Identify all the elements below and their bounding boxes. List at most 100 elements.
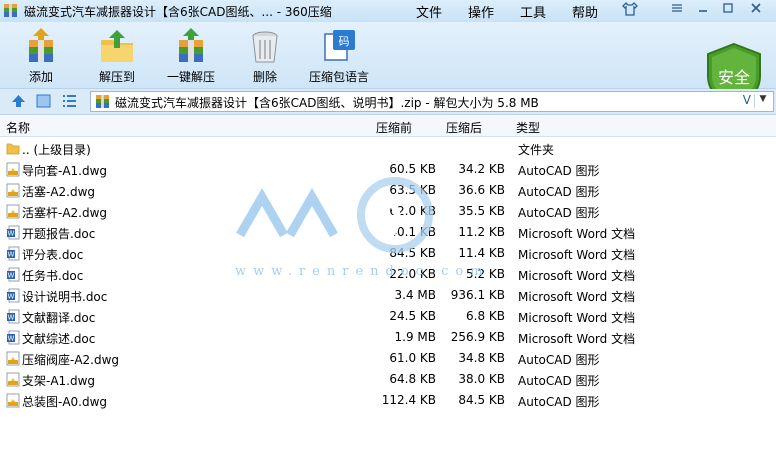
- file-compressed-size: 36.6 KB: [458, 183, 505, 197]
- archive-language-button[interactable]: 码 压缩包语言: [302, 26, 376, 86]
- file-name: 支架-A1.dwg: [22, 374, 96, 388]
- menu-help[interactable]: 帮助: [572, 2, 598, 21]
- menu-tools[interactable]: 工具: [520, 2, 546, 21]
- file-size: 84.5 KB: [389, 246, 436, 260]
- file-compressed-size: 11.4 KB: [458, 246, 505, 260]
- file-size: 62.0 KB: [389, 204, 436, 218]
- delete-button[interactable]: 删除: [228, 26, 302, 86]
- file-name: 文献翻译.doc: [22, 311, 96, 325]
- file-type: AutoCAD 图形: [518, 374, 600, 388]
- thumbnail-view-icon[interactable]: [35, 93, 52, 109]
- file-size: 60.5 KB: [389, 162, 436, 176]
- address-bar: 磁流变式汽车减振器设计【含6张CAD图纸、说明书】.zip - 解包大小为 5.…: [0, 89, 776, 115]
- file-compressed-size: 38.0 KB: [458, 372, 505, 386]
- menu-file[interactable]: 文件: [416, 2, 442, 21]
- word-file-icon: W: [7, 288, 20, 303]
- file-name: 文献综述.doc: [22, 332, 96, 346]
- file-row[interactable]: 活塞-A2.dwg 63.5 KB 36.6 KB AutoCAD 图形: [0, 180, 776, 201]
- file-row[interactable]: 支架-A1.dwg 64.8 KB 38.0 KB AutoCAD 图形: [0, 369, 776, 390]
- file-compressed-size: 34.2 KB: [458, 162, 505, 176]
- file-row[interactable]: 导向套-A1.dwg 60.5 KB 34.2 KB AutoCAD 图形: [0, 159, 776, 180]
- svg-text:W: W: [8, 293, 15, 301]
- file-row[interactable]: 压缩阀座-A2.dwg 61.0 KB 34.8 KB AutoCAD 图形: [0, 348, 776, 369]
- file-size: 63.5 KB: [389, 183, 436, 197]
- up-arrow-icon[interactable]: [10, 93, 27, 109]
- file-type: AutoCAD 图形: [518, 185, 600, 199]
- skin-icon[interactable]: [620, 2, 640, 19]
- file-type: AutoCAD 图形: [518, 353, 600, 367]
- column-type[interactable]: 类型: [516, 119, 540, 136]
- file-compressed-size: 5.2 KB: [466, 267, 505, 281]
- svg-text:W: W: [8, 272, 15, 280]
- file-row[interactable]: W 评分表.doc 84.5 KB 11.4 KB Microsoft Word 文档: [0, 243, 776, 264]
- add-button[interactable]: 添加: [4, 26, 78, 86]
- file-type: 文件夹: [518, 143, 555, 157]
- file-type: AutoCAD 图形: [518, 206, 600, 220]
- path-text: 磁流变式汽车减振器设计【含6张CAD图纸、说明书】.zip - 解包大小为 5.…: [115, 96, 539, 110]
- file-compressed-size: 34.8 KB: [458, 351, 505, 365]
- file-list-header: 名称 压缩前 压缩后 类型: [0, 116, 776, 137]
- path-field[interactable]: 磁流变式汽车减振器设计【含6张CAD图纸、说明书】.zip - 解包大小为 5.…: [90, 91, 774, 112]
- path-history-icon[interactable]: V: [743, 93, 751, 107]
- extract-to-button[interactable]: 解压到: [80, 26, 154, 86]
- dwg-file-icon: [6, 162, 20, 177]
- file-type: AutoCAD 图形: [518, 164, 600, 178]
- archive-language-icon: 码: [324, 30, 355, 61]
- minimize-icon[interactable]: [693, 2, 713, 19]
- delete-label: 删除: [252, 70, 277, 84]
- app-icon: [4, 4, 17, 17]
- file-name: 总装图-A0.dwg: [22, 395, 108, 409]
- file-name: 设计说明书.doc: [22, 290, 108, 304]
- file-name: 评分表.doc: [22, 248, 84, 262]
- file-row[interactable]: W 文献翻译.doc 24.5 KB 6.8 KB Microsoft Word 文档: [0, 306, 776, 327]
- file-row[interactable]: .. (上级目录) 文件夹: [0, 138, 776, 159]
- file-size: 24.5 KB: [389, 309, 436, 323]
- dwg-file-icon: [6, 351, 20, 366]
- file-size: 3.4 MB: [394, 288, 436, 302]
- maximize-icon[interactable]: [718, 2, 738, 19]
- archive-language-label: 压缩包语言: [308, 70, 369, 84]
- menu-dropdown-icon[interactable]: [667, 2, 687, 19]
- svg-text:码: 码: [339, 35, 350, 48]
- word-file-icon: W: [7, 330, 20, 345]
- dwg-file-icon: [6, 372, 20, 387]
- add-archive-icon: [29, 28, 53, 62]
- file-row[interactable]: 活塞杆-A2.dwg 62.0 KB 35.5 KB AutoCAD 图形: [0, 201, 776, 222]
- word-file-icon: W: [7, 309, 20, 324]
- close-icon[interactable]: [746, 2, 766, 19]
- file-name: 压缩阀座-A2.dwg: [22, 353, 120, 367]
- file-type: Microsoft Word 文档: [518, 227, 636, 241]
- file-row[interactable]: W 文献综述.doc 1.9 MB 256.9 KB Microsoft Word 文档: [0, 327, 776, 348]
- window-title: 磁流变式汽车减振器设计【含6张CAD图纸、... - 360压缩: [24, 5, 332, 19]
- file-size: 40.1 KB: [389, 225, 436, 239]
- column-compressed-size[interactable]: 压缩后: [446, 119, 482, 136]
- file-row[interactable]: W 开题报告.doc 40.1 KB 11.2 KB Microsoft Word 文档: [0, 222, 776, 243]
- file-size: 61.0 KB: [389, 351, 436, 365]
- file-type: Microsoft Word 文档: [518, 248, 636, 262]
- file-name: 开题报告.doc: [22, 227, 96, 241]
- dwg-file-icon: [6, 183, 20, 198]
- chevron-down-icon[interactable]: ▼: [754, 94, 771, 108]
- column-name[interactable]: 名称: [6, 119, 30, 136]
- one-click-extract-button[interactable]: 一键解压: [154, 26, 228, 86]
- delete-icon: [252, 31, 278, 63]
- file-type: Microsoft Word 文档: [518, 290, 636, 304]
- file-size: 112.4 KB: [381, 393, 436, 407]
- file-row[interactable]: W 设计说明书.doc 3.4 MB 936.1 KB Microsoft Word 文…: [0, 285, 776, 306]
- file-compressed-size: 6.8 KB: [466, 309, 505, 323]
- one-click-extract-icon: [179, 28, 203, 62]
- extract-to-icon: [101, 30, 133, 62]
- file-row[interactable]: W 任务书.doc 22.0 KB 5.2 KB Microsoft Word 文档: [0, 264, 776, 285]
- menu-operation[interactable]: 操作: [468, 2, 494, 21]
- svg-text:W: W: [8, 335, 15, 343]
- column-size[interactable]: 压缩前: [376, 119, 412, 136]
- file-size: 1.9 MB: [394, 330, 436, 344]
- safe-label: 安全: [718, 68, 750, 87]
- list-view-icon[interactable]: [61, 93, 78, 109]
- file-type: Microsoft Word 文档: [518, 332, 636, 346]
- add-label: 添加: [28, 70, 53, 84]
- svg-text:W: W: [8, 314, 15, 322]
- file-row[interactable]: 总装图-A0.dwg 112.4 KB 84.5 KB AutoCAD 图形: [0, 390, 776, 411]
- file-compressed-size: 936.1 KB: [450, 288, 505, 302]
- svg-text:W: W: [8, 230, 15, 238]
